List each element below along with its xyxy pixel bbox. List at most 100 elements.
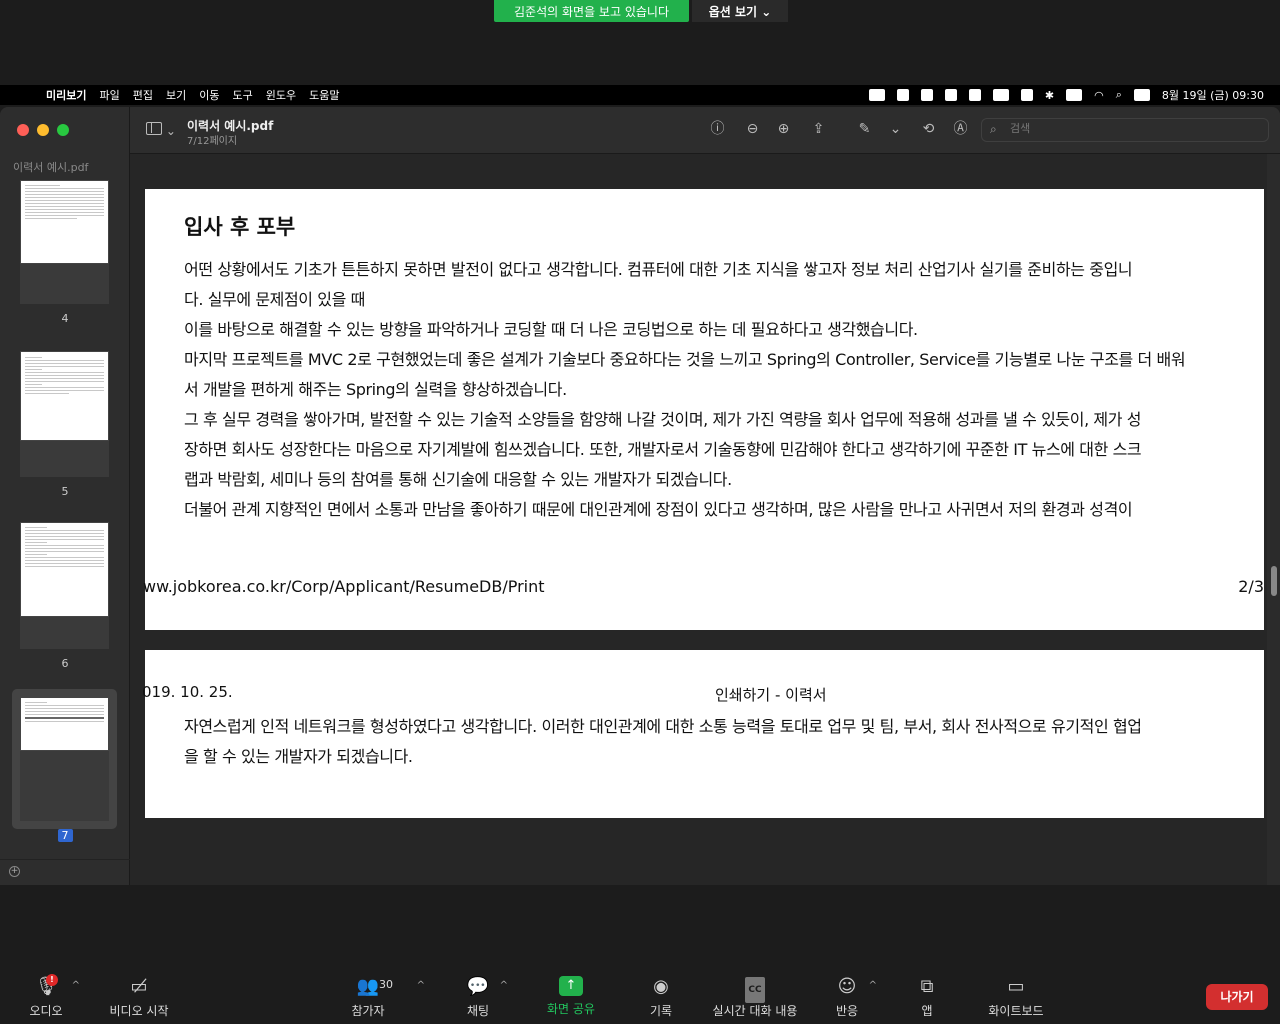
drive-status-icon[interactable] [944, 89, 957, 101]
pdf-page: 입사 후 포부 어떤 상황에서도 기초가 튼튼하지 못하면 발전이 없다고 생각… [143, 189, 1264, 630]
leave-meeting-button[interactable]: 나가기 [1206, 984, 1268, 1010]
sidebar-document-title: 이력서 예시.pdf [13, 161, 89, 174]
sidebar-toggle-button[interactable]: ⌄ [146, 122, 176, 138]
rotate-icon[interactable]: ⟲ [920, 121, 937, 138]
zoom-out-icon[interactable]: ⊖ [744, 121, 761, 138]
chevron-down-icon[interactable]: ⌄ [887, 121, 904, 138]
control-center-icon[interactable] [1133, 89, 1150, 101]
mac-menubar: 미리보기 파일 편집 보기 이동 도구 윈도우 도움말 ✱ ◠ ⌕ 8월 19일… [0, 85, 1280, 105]
share-screen-button[interactable]: ↑ 화면 공유 [544, 976, 598, 1017]
section-heading: 입사 후 포부 [184, 215, 296, 239]
captions-label: 실시간 대화 내용 [712, 1004, 798, 1018]
mic-alert-badge: ! [46, 974, 58, 986]
input-method-icon[interactable] [1020, 89, 1033, 101]
sidebar-footer: + [0, 859, 130, 885]
chevron-up-icon[interactable]: ^ [72, 980, 80, 991]
selected-page-number: 7 [57, 829, 73, 842]
add-page-icon[interactable]: + [9, 866, 20, 877]
minimize-window-button[interactable] [37, 124, 49, 136]
record-button[interactable]: ◉ 기록 [647, 976, 675, 1019]
chat-icon: 💬 [466, 976, 490, 997]
search-field[interactable]: ⌕ [981, 118, 1269, 142]
bluetooth-icon[interactable]: ✱ [1045, 89, 1054, 102]
thumbnail-image [20, 522, 109, 617]
text-line: 다. 실무에 문제점이 있을 때 [184, 290, 365, 309]
menu-go[interactable]: 이동 [199, 87, 228, 103]
chevron-down-icon: ⌄ [165, 124, 176, 138]
smiley-icon: ☺ [837, 976, 857, 997]
share-icon[interactable]: ⇪ [810, 121, 827, 138]
thumbnail-image [20, 180, 109, 264]
menu-help[interactable]: 도움말 [309, 87, 348, 103]
closed-caption-icon: CC [709, 976, 801, 1003]
display-status-icon[interactable] [968, 89, 981, 101]
page-indicator: 7/12페이지 [187, 136, 238, 147]
window-controls [17, 124, 69, 136]
apps-label: 앱 [921, 1004, 933, 1018]
cc-badge: CC [745, 977, 765, 1003]
markup-pen-icon[interactable]: ✎ [856, 121, 873, 138]
app-status-icon[interactable] [896, 89, 909, 101]
chat-button[interactable]: 💬 채팅 ^ [464, 976, 508, 1019]
share-label: 화면 공유 [547, 1002, 595, 1016]
audio-label: 오디오 [29, 1004, 63, 1018]
page-footer-url: ww.jobkorea.co.kr/Corp/Applicant/ResumeD… [143, 577, 545, 596]
thumbnail-number: 4 [61, 312, 69, 325]
markup-toolbar-icon[interactable]: Ⓐ [952, 121, 969, 138]
pdf-page: 019. 10. 25. 인쇄하기 - 이력서 자연스럽게 인적 네트워크를 형… [142, 650, 1264, 818]
battery-icon[interactable] [1066, 89, 1083, 101]
pin-status-icon[interactable] [920, 89, 933, 101]
zoom-window-button[interactable] [57, 124, 69, 136]
text-line: 장하면 회사도 성장한다는 마음으로 자기계발에 힘쓰겠습니다. 또한, 개발자… [184, 440, 1142, 459]
text-line: 랩과 박람회, 세미나 등의 참여를 통해 신기술에 대응할 수 있는 개발자가… [184, 470, 732, 489]
participants-button[interactable]: 👥 30 참가자 ^ [349, 976, 425, 1019]
chat-label: 채팅 [466, 1004, 490, 1018]
menu-window[interactable]: 윈도우 [266, 87, 305, 103]
page-footer-number: 2/3 [1238, 577, 1264, 596]
thumbnail-number-selected: 7 [20, 829, 110, 842]
menu-app-name[interactable]: 미리보기 [46, 87, 95, 103]
spotlight-search-icon[interactable]: ⌕ [1116, 88, 1122, 102]
document-view[interactable]: 입사 후 포부 어떤 상황에서도 기초가 튼튼하지 못하면 발전이 없다고 생각… [130, 154, 1267, 885]
text-line: 마지막 프로젝트를 MVC 2로 구현했었는데 좋은 설계가 기술보다 중요하다… [184, 350, 1186, 369]
whiteboard-icon: ▭ [1007, 976, 1025, 997]
zoom-meeting-toolbar: 🎙 오디오 ^ ! ▭̸ 비디오 시작 👥 30 참가자 ^ 💬 채팅 ^ ↑ … [0, 960, 1280, 1024]
sidebar-icon [146, 122, 162, 135]
zoom-status-icon[interactable] [868, 89, 885, 101]
thumbnail-image [20, 697, 109, 751]
search-input[interactable] [1010, 122, 1260, 135]
text-line: 을 할 수 있는 개발자가 되겠습니다. [184, 747, 413, 766]
preview-window: 이력서 예시.pdf 4 5 6 7 + ⌄ 이력서 예시.pdf 7/12페이… [0, 107, 1280, 885]
whiteboard-button[interactable]: ▭ 화이트보드 [984, 976, 1048, 1019]
chevron-up-icon[interactable]: ^ [417, 980, 425, 991]
thumbnail-page-7[interactable]: 7 [20, 697, 110, 842]
scrollbar-thumb[interactable] [1271, 566, 1277, 596]
zoom-in-icon[interactable]: ⊕ [775, 121, 792, 138]
menu-file[interactable]: 파일 [99, 87, 128, 103]
thumbnail-page-6[interactable]: 6 [20, 522, 110, 670]
menu-edit[interactable]: 편집 [133, 87, 162, 103]
section-body: 자연스럽게 인적 네트워크를 형성하였다고 생각합니다. 이러한 대인관계에 대… [184, 712, 1224, 772]
thumbnail-page-5[interactable]: 5 [20, 351, 110, 498]
viewing-screen-label: 김준석의 화면을 보고 있습니다 [494, 0, 689, 22]
view-options-button[interactable]: 옵션 보기 ⌄ [692, 0, 788, 22]
apps-icon: ⧉ [920, 976, 934, 997]
menu-tools[interactable]: 도구 [232, 87, 261, 103]
thumbnail-number: 6 [61, 657, 69, 670]
cloud-status-icon[interactable] [992, 89, 1009, 101]
thumbnail-page-4[interactable]: 4 [20, 180, 110, 325]
start-video-button[interactable]: ▭̸ 비디오 시작 [107, 976, 171, 1019]
chevron-up-icon[interactable]: ^ [500, 980, 508, 991]
apps-button[interactable]: ⧉ 앱 [915, 976, 939, 1019]
page-header-date: 019. 10. 25. [142, 683, 233, 701]
close-window-button[interactable] [17, 124, 29, 136]
menu-view[interactable]: 보기 [166, 87, 195, 103]
menubar-clock[interactable]: 8월 19일 (금) 09:30 [1162, 87, 1264, 103]
reactions-button[interactable]: ☺ 반응 ^ [833, 976, 877, 1019]
text-line: 더불어 관계 지향적인 면에서 소통과 만남을 좋아하기 때문에 대인관계에 장… [184, 500, 1133, 519]
wifi-icon[interactable]: ◠ [1094, 89, 1104, 102]
chevron-up-icon[interactable]: ^ [869, 980, 877, 991]
live-transcript-button[interactable]: CC 실시간 대화 내용 [709, 976, 801, 1019]
info-icon[interactable]: ⓘ [709, 121, 726, 138]
page-header-title: 인쇄하기 - 이력서 [715, 686, 827, 704]
